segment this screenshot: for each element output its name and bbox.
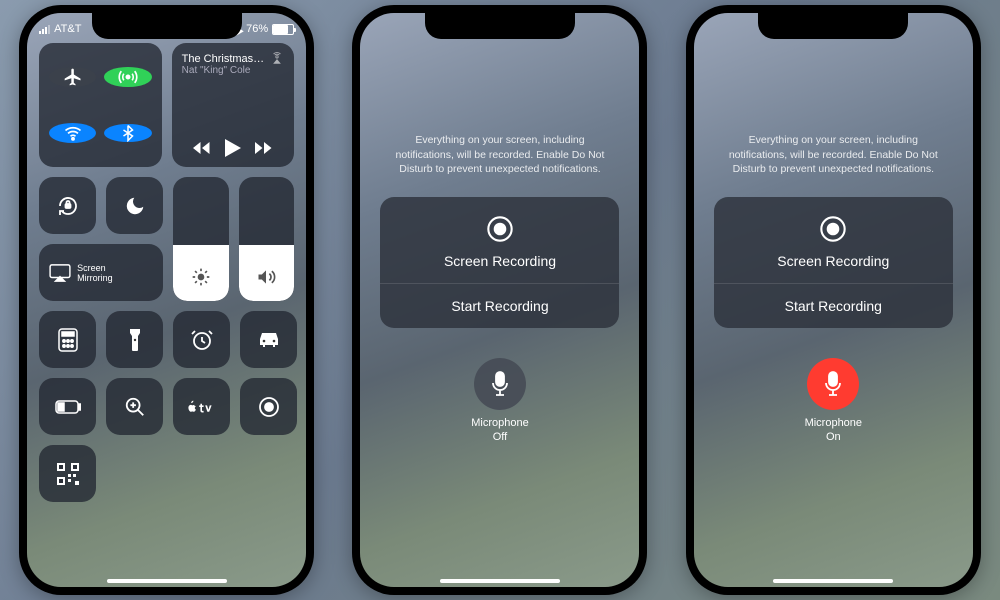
home-indicator[interactable] [107, 579, 227, 583]
magnifier-button[interactable] [106, 378, 163, 435]
do-not-disturb-button[interactable] [106, 177, 163, 234]
bluetooth-icon [119, 124, 137, 142]
phone-record-modal-mic-off: Everything on your screen, including not… [352, 5, 647, 595]
rewind-icon[interactable] [193, 141, 211, 155]
battery-pct: 76% [246, 23, 268, 35]
brightness-icon [191, 267, 211, 287]
carrier-label: AT&T [54, 23, 81, 35]
alarm-button[interactable] [173, 311, 230, 368]
qr-icon [57, 463, 79, 485]
cellular-icon [118, 67, 138, 87]
apple-tv-icon [186, 399, 218, 415]
notch [92, 13, 242, 39]
record-icon [257, 395, 281, 419]
magnifier-icon [124, 396, 146, 418]
screen-mirroring-icon [49, 264, 71, 282]
low-power-button[interactable] [39, 378, 96, 435]
screen: Everything on your screen, including not… [694, 13, 973, 587]
wifi-button[interactable] [49, 123, 96, 143]
orientation-lock-button[interactable] [39, 177, 96, 234]
car-icon [256, 331, 282, 349]
connectivity-group[interactable] [39, 43, 162, 167]
screen-mirroring-button[interactable]: Screen Mirroring [39, 244, 163, 301]
card-title: Screen Recording [777, 253, 889, 269]
notch [758, 13, 908, 39]
microphone-toggle-button[interactable] [807, 358, 859, 410]
microphone-state: Off [471, 430, 528, 444]
track-artist: Nat "King" Cole [182, 65, 265, 76]
screen: Everything on your screen, including not… [360, 13, 639, 587]
record-hint-text: Everything on your screen, including not… [380, 133, 619, 177]
flashlight-button[interactable] [106, 311, 163, 368]
signal-bars-icon [39, 25, 50, 34]
microphone-icon [823, 371, 843, 397]
phone-record-modal-mic-on: Everything on your screen, including not… [686, 5, 981, 595]
screen-recording-card: Screen Recording Start Recording [380, 197, 619, 328]
control-center: The Christmas… Nat "King" Cole [27, 35, 306, 510]
flashlight-icon [128, 328, 142, 352]
play-icon[interactable] [225, 139, 241, 157]
calculator-button[interactable] [39, 311, 96, 368]
record-icon [819, 215, 847, 243]
volume-slider[interactable] [239, 177, 295, 301]
airplane-icon [63, 67, 83, 87]
apple-tv-button[interactable] [173, 378, 230, 435]
low-power-icon [55, 400, 81, 414]
airplane-mode-button[interactable] [49, 67, 96, 87]
home-indicator[interactable] [440, 579, 560, 583]
qr-scan-button[interactable] [39, 445, 96, 502]
now-playing-tile[interactable]: The Christmas… Nat "King" Cole [172, 43, 295, 167]
track-title: The Christmas… [182, 53, 265, 65]
screen-recording-card: Screen Recording Start Recording [714, 197, 953, 328]
record-icon [486, 215, 514, 243]
brightness-slider[interactable] [173, 177, 229, 301]
screen-mirroring-label: Screen Mirroring [77, 263, 113, 283]
start-recording-button[interactable]: Start Recording [714, 283, 953, 328]
wifi-icon [63, 123, 83, 143]
cellular-data-button[interactable] [104, 67, 151, 87]
microphone-state: On [805, 430, 862, 444]
microphone-icon [490, 371, 510, 397]
forward-icon[interactable] [255, 141, 273, 155]
moon-icon [124, 195, 146, 217]
driving-button[interactable] [240, 311, 297, 368]
microphone-label: Microphone On [805, 416, 862, 445]
battery-icon [272, 24, 294, 35]
alarm-icon [190, 328, 214, 352]
home-indicator[interactable] [773, 579, 893, 583]
screen-record-button[interactable] [240, 378, 297, 435]
orientation-lock-icon [56, 194, 80, 218]
screen: AT&T 76% [27, 13, 306, 587]
start-recording-button[interactable]: Start Recording [380, 283, 619, 328]
phone-control-center: AT&T 76% [19, 5, 314, 595]
calculator-icon [58, 328, 78, 352]
bluetooth-button[interactable] [104, 124, 151, 142]
card-title: Screen Recording [444, 253, 556, 269]
airplay-icon [270, 51, 284, 65]
notch [425, 13, 575, 39]
microphone-toggle-button[interactable] [474, 358, 526, 410]
record-hint-text: Everything on your screen, including not… [714, 133, 953, 177]
volume-icon [256, 267, 276, 287]
microphone-label: Microphone Off [471, 416, 528, 445]
